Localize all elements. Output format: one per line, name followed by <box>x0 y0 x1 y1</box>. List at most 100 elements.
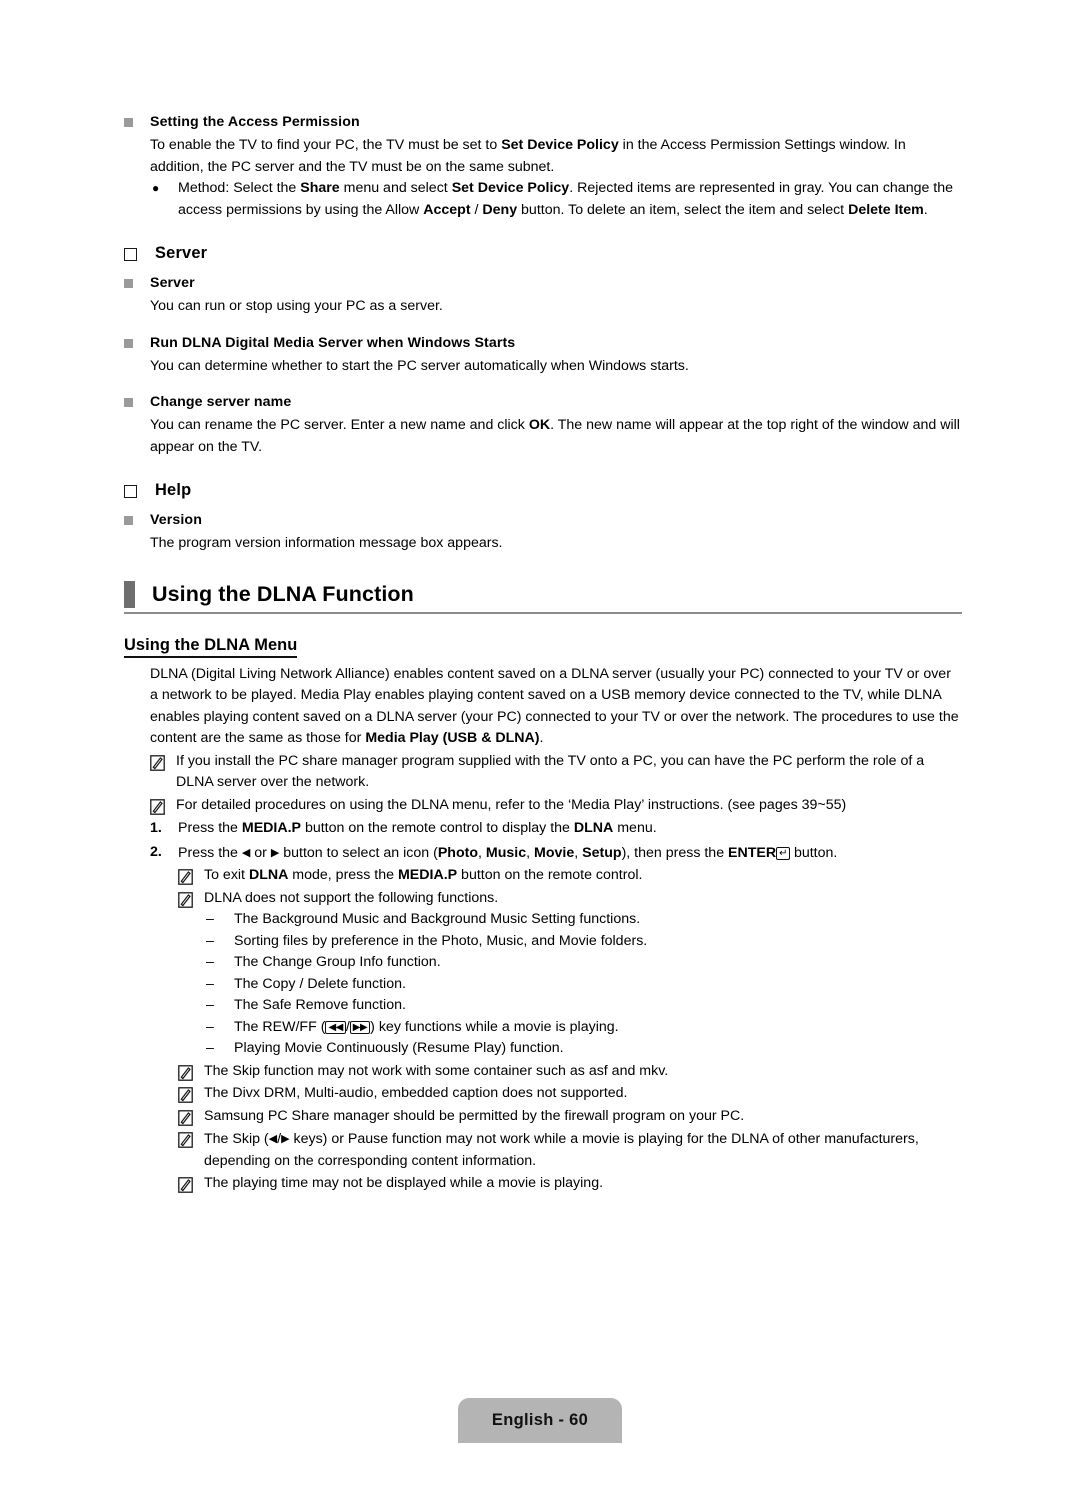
note-item: The Divx DRM, Multi-audio, embedded capt… <box>178 1083 962 1105</box>
note-text: To exit DLNA mode, press the MEDIA.P but… <box>204 865 962 887</box>
subheading-label: Version <box>150 512 202 528</box>
text-run: ) key functions while a movie is playing… <box>370 1018 619 1035</box>
bold-ok: OK <box>528 417 551 433</box>
dash-text: The Copy / Delete function. <box>234 975 406 992</box>
text-run: To exit <box>204 867 249 883</box>
text-run: button to select an icon ( <box>279 844 438 861</box>
note-item: DLNA does not support the following func… <box>178 888 962 910</box>
step-text: Press the ◀ or ▶ button to select an ico… <box>178 842 962 865</box>
text-run: / <box>470 201 483 218</box>
rewind-key-icon: ◀◀ <box>325 1020 346 1034</box>
step-item-1: 1. Press the MEDIA.P button on the remot… <box>150 818 962 840</box>
note-pencil-icon <box>178 1064 204 1081</box>
note-item: If you install the PC share manager prog… <box>150 751 962 794</box>
text-run: button on the remote control. <box>457 867 643 883</box>
note-text: Samsung PC Share manager should be permi… <box>204 1107 745 1124</box>
dot-bullet-icon: ● <box>152 181 160 195</box>
dash-list-item: – The Safe Remove function. <box>206 995 962 1017</box>
bold-deny: Deny <box>482 201 518 218</box>
bold-media-p: MEDIA.P <box>241 820 301 836</box>
access-permission-paragraph: To enable the TV to find your PC, the TV… <box>150 135 962 178</box>
text-run: , <box>526 844 535 861</box>
note-text: The Skip (◀/▶ keys) or Pause function ma… <box>204 1128 962 1172</box>
outlined-square-icon <box>124 248 137 261</box>
dash-list-item: – Playing Movie Continuously (Resume Pla… <box>206 1038 962 1060</box>
bold-set-device-policy: Set Device Policy <box>451 180 570 196</box>
subheading-version: Version <box>124 510 962 531</box>
bold-enter: ENTER <box>728 844 777 861</box>
note-text: If you install the PC share manager prog… <box>176 752 925 791</box>
dash-bullet-icon: – <box>206 975 214 992</box>
dlna-intro-paragraph: DLNA (Digital Living Network Alliance) e… <box>150 664 962 750</box>
heading-label: Setting the Access Permission <box>150 114 360 130</box>
bold-movie: Movie <box>534 844 575 861</box>
note-item-skip: The Skip (◀/▶ keys) or Pause function ma… <box>178 1128 962 1172</box>
note-pencil-icon <box>178 869 204 885</box>
dlna-bottom-notes: The Skip function may not work with some… <box>178 1061 962 1195</box>
note-item: To exit DLNA mode, press the MEDIA.P but… <box>178 865 962 887</box>
heading-setting-access-permission: Setting the Access Permission <box>124 112 962 133</box>
bold-dlna: DLNA <box>248 867 289 883</box>
text-run: mode, press the <box>288 867 398 883</box>
section-title: Using the DLNA Function <box>152 581 414 606</box>
note-pencil-icon <box>178 1109 204 1126</box>
text-run: button. To delete an item, select the it… <box>517 201 849 218</box>
note-text: The Skip function may not work with some… <box>204 1062 669 1079</box>
dash-bullet-icon: – <box>206 954 214 970</box>
text-run: ), then press the <box>621 844 729 861</box>
subheading-label: Server <box>150 275 195 291</box>
subheading-label: Run DLNA Digital Media Server when Windo… <box>150 334 516 351</box>
heading-label: Help <box>155 481 192 499</box>
run-dlna-server-body: You can determine whether to start the P… <box>150 357 689 374</box>
dlna-top-notes: If you install the PC share manager prog… <box>150 751 962 817</box>
square-bullet-icon <box>124 398 133 407</box>
text-run: or <box>250 844 271 861</box>
subsection-title: Using the DLNA Menu <box>124 636 298 658</box>
arrow-left-icon: ◀ <box>268 1132 278 1145</box>
text-run: Press the <box>178 844 242 861</box>
bold-media-p: MEDIA.P <box>397 867 458 883</box>
bold-share: Share <box>300 180 340 196</box>
step-number: 1. <box>150 820 162 836</box>
banner-divider <box>124 611 962 614</box>
bold-photo: Photo <box>437 844 479 861</box>
subsection-using-dlna-menu-wrapper: Using the DLNA Menu <box>124 614 962 658</box>
bold-accept: Accept <box>423 201 471 218</box>
dash-bullet-icon: – <box>206 911 214 927</box>
outlined-square-icon <box>124 485 137 498</box>
note-text: DLNA does not support the following func… <box>204 889 499 906</box>
note-pencil-icon <box>178 1087 204 1103</box>
step-item-2: 2. Press the ◀ or ▶ button to select an … <box>150 842 962 865</box>
note-item: The Skip function may not work with some… <box>178 1061 962 1083</box>
dash-bullet-icon: – <box>206 997 214 1013</box>
step-number: 2. <box>150 843 162 860</box>
dash-text: The Background Music and Background Musi… <box>234 911 641 927</box>
square-bullet-icon <box>124 516 133 525</box>
heading-server: Server <box>124 242 962 264</box>
text-run: Method: Select the <box>178 180 301 196</box>
dash-bullet-icon: – <box>206 1040 214 1056</box>
fast-forward-key-icon: ▶▶ <box>349 1020 371 1034</box>
arrow-right-icon: ▶ <box>281 1132 290 1145</box>
text-run: The Skip ( <box>204 1131 269 1147</box>
dash-bullet-icon: – <box>206 1018 214 1035</box>
square-bullet-icon <box>124 118 133 127</box>
access-permission-bullet-method: ● Method: Select the Share menu and sele… <box>150 178 962 221</box>
step-text: Press the MEDIA.P button on the remote c… <box>178 818 962 840</box>
text-run: button. <box>790 844 838 861</box>
bold-setup: Setup <box>582 844 622 861</box>
dash-text: The Safe Remove function. <box>234 997 406 1013</box>
banner-accent-bar <box>124 580 135 608</box>
version-body: The program version information message … <box>150 535 503 551</box>
document-page: Setting the Access Permission To enable … <box>0 0 1080 1488</box>
dash-list-item-rewff: – The REW/FF (◀◀ / ▶▶) key functions while… <box>206 1017 962 1039</box>
text-run: The REW/FF ( <box>234 1018 326 1035</box>
dash-list-item: – The Background Music and Background Mu… <box>206 909 962 931</box>
text-run: You can rename the PC server. Enter a ne… <box>150 417 529 433</box>
bold-set-device-policy: Set Device Policy <box>501 137 619 153</box>
dash-text: Sorting files by preference in the Photo… <box>234 932 648 949</box>
text-run: To enable the TV to find your PC, the TV… <box>150 137 502 153</box>
bold-media-play-usb-dlna: Media Play (USB & DLNA) <box>365 730 540 746</box>
square-bullet-icon <box>124 279 133 288</box>
note-text: The playing time may not be displayed wh… <box>204 1175 604 1191</box>
